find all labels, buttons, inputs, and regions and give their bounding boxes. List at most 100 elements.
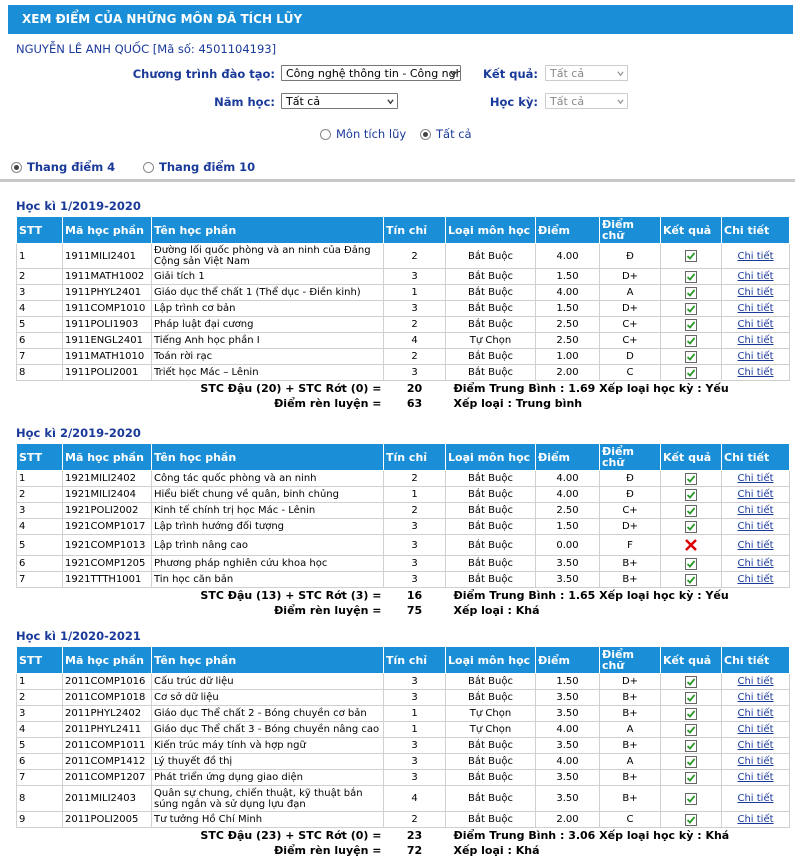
detail-link[interactable]: Chi tiết (737, 708, 773, 719)
radio-accumulated-label: Môn tích lũy (336, 127, 407, 141)
cell-name: Cơ sở dữ liệu (151, 689, 384, 706)
cell-letter: C+ (599, 316, 661, 333)
detail-link[interactable]: Chi tiết (737, 489, 773, 500)
semester-block: Học kì 1/2019-2020 STT Mã học phần Tên học … (16, 198, 790, 411)
cell-score: 3.50 (535, 785, 600, 812)
semester-block: Học kì 2/2019-2020 STT Mã học phần Tên học … (16, 425, 790, 618)
cell-stt: 7 (16, 769, 63, 786)
detail-link[interactable]: Chi tiết (737, 558, 773, 569)
cell-stt: 2 (16, 689, 63, 706)
column-header: Tín chỉ (383, 443, 446, 471)
cell-stt: 1 (16, 470, 63, 487)
radio-scale-10[interactable]: Thang điểm 10 (143, 160, 255, 174)
conduct-row: Điểm rèn luyện = 72 Xếp loại : Khá (17, 843, 790, 858)
cell-name: Lập trình cơ bản (151, 300, 384, 317)
cell-score: 4.00 (535, 284, 600, 301)
cell-credits: 1 (383, 721, 446, 738)
cell-stt: 8 (16, 785, 63, 812)
cell-name: Tiếng Anh học phần I (151, 332, 384, 349)
semester-title: Học kì 2/2019-2020 (16, 426, 141, 440)
detail-link[interactable]: Chi tiết (737, 335, 773, 346)
cell-type: Bắt Buộc (445, 268, 536, 285)
cell-type: Bắt Buộc (445, 470, 536, 487)
cell-stt: 3 (16, 502, 63, 519)
detail-link[interactable]: Chi tiết (737, 473, 773, 484)
cell-result (660, 364, 722, 381)
cell-code: 1921COMP1013 (62, 534, 152, 556)
table-row: 7 1921TTTH1001 Tin học căn bản 3 Bắt Buộc 3.5… (16, 571, 790, 588)
table-row: 1 2011COMP1016 Cấu trúc dữ liệu 3 Bắt Buộc 1.… (16, 673, 790, 690)
result-label: Kết quả: (483, 67, 538, 81)
cell-code: 1911POLI2001 (62, 364, 152, 381)
column-header: Tên học phần (151, 216, 384, 244)
cell-code: 2011COMP1207 (62, 769, 152, 786)
cell-score: 1.50 (535, 673, 600, 690)
cell-score: 2.00 (535, 811, 600, 828)
detail-link[interactable]: Chi tiết (737, 724, 773, 735)
cell-credits: 3 (383, 769, 446, 786)
cell-credits: 3 (383, 364, 446, 381)
cell-name: Toán rời rạc (151, 348, 384, 365)
cell-score: 3.50 (535, 689, 600, 706)
radio-all[interactable]: Tất cả (420, 127, 472, 141)
cell-score: 4.00 (535, 243, 600, 269)
checkbox-checked-icon (685, 755, 697, 768)
cell-stt: 4 (16, 518, 63, 535)
cell-score: 1.00 (535, 348, 600, 365)
detail-link[interactable]: Chi tiết (737, 251, 773, 262)
detail-link[interactable]: Chi tiết (737, 367, 773, 378)
detail-link[interactable]: Chi tiết (737, 740, 773, 751)
grades-table: STT Mã học phần Tên học phần Tín chỉ Loại mô… (16, 646, 790, 858)
column-header: STT (16, 443, 63, 471)
cell-detail: Chi tiết (721, 502, 790, 519)
detail-link[interactable]: Chi tiết (737, 351, 773, 362)
year-select[interactable]: Tất cả (281, 93, 398, 109)
detail-link[interactable]: Chi tiết (737, 676, 773, 687)
cell-result (660, 518, 722, 535)
cell-name: Cấu trúc dữ liệu (151, 673, 384, 690)
table-row: 7 2011COMP1207 Phát triển ứng dụng giao di… (16, 769, 790, 786)
detail-link[interactable]: Chi tiết (737, 287, 773, 298)
cell-score: 1.50 (535, 268, 600, 285)
table-row: 4 1921COMP1017 Lập trình hướng đối tượng 3 B… (16, 518, 790, 535)
column-header: Tín chỉ (383, 216, 446, 244)
detail-link[interactable]: Chi tiết (737, 303, 773, 314)
detail-link[interactable]: Chi tiết (737, 574, 773, 585)
result-select[interactable]: Tất cả (545, 65, 628, 81)
cell-type: Bắt Buộc (445, 769, 536, 786)
cell-credits: 4 (383, 332, 446, 349)
radio-scale-4[interactable]: Thang điểm 4 (11, 160, 115, 174)
cell-score: 4.00 (535, 470, 600, 487)
radio-accumulated[interactable]: Môn tích lũy (320, 127, 406, 141)
program-select[interactable]: Công nghệ thông tin - Công ngh (281, 65, 461, 81)
cell-result (660, 300, 722, 317)
table-row: 4 1911COMP1010 Lập trình cơ bản 3 Bắt Buộc 1.… (16, 300, 790, 317)
detail-link[interactable]: Chi tiết (737, 772, 773, 783)
detail-link[interactable]: Chi tiết (737, 692, 773, 703)
detail-link[interactable]: Chi tiết (737, 793, 773, 804)
detail-link[interactable]: Chi tiết (737, 505, 773, 516)
detail-link[interactable]: Chi tiết (737, 756, 773, 767)
detail-link[interactable]: Chi tiết (737, 319, 773, 330)
detail-link[interactable]: Chi tiết (737, 814, 773, 825)
cell-result (660, 737, 722, 754)
summary-row: STC Đậu (20) + STC Rớt (0) = 20 Điểm Trung… (17, 381, 790, 397)
cell-score: 3.50 (535, 705, 600, 722)
table-row: 5 1921COMP1013 Lập trình nâng cao 3 Bắt Buộc… (16, 534, 790, 556)
cell-stt: 9 (16, 811, 63, 828)
cell-credits: 2 (383, 470, 446, 487)
table-row: 3 2011PHYL2402 Giáo dục Thể chất 2 - Bóng … (16, 705, 790, 722)
cell-type: Bắt Buộc (445, 364, 536, 381)
term-select[interactable]: Tất cả (545, 93, 628, 109)
radio-all-label: Tất cả (436, 127, 472, 141)
semester-title: Học kì 1/2020-2021 (16, 629, 141, 643)
detail-link[interactable]: Chi tiết (737, 540, 773, 551)
cell-detail: Chi tiết (721, 518, 790, 535)
cell-result (660, 284, 722, 301)
detail-link[interactable]: Chi tiết (737, 521, 773, 532)
cell-type: Bắt Buộc (445, 284, 536, 301)
detail-link[interactable]: Chi tiết (737, 271, 773, 282)
cell-stt: 2 (16, 268, 63, 285)
conduct-classification: Xếp loại : Khá (453, 604, 540, 617)
cell-type: Bắt Buộc (445, 502, 536, 519)
